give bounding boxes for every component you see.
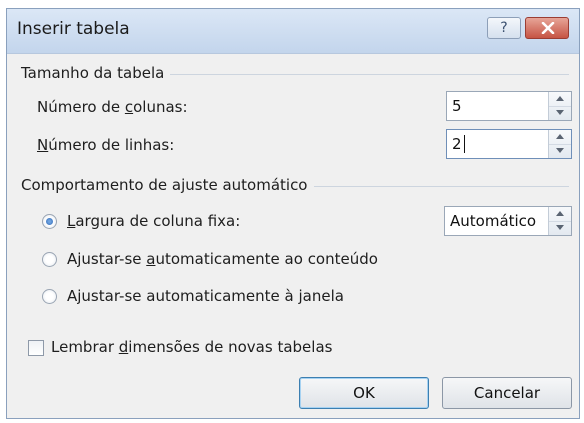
- fixed-width-spinner[interactable]: Automático: [444, 206, 572, 236]
- rows-label-accel: N: [37, 136, 49, 154]
- remember-dimensions-label[interactable]: Lembrar dimensões de novas tabelas: [51, 338, 332, 356]
- columns-spinner[interactable]: 5: [446, 91, 572, 121]
- autofit-window-text: Ajustar-se automaticamente à: [67, 287, 299, 305]
- dialog-title: Inserir tabela: [17, 19, 130, 39]
- autofit-window-radio[interactable]: [42, 289, 57, 304]
- text-cursor: [464, 135, 465, 153]
- columns-label-text-end: olunas:: [133, 98, 188, 116]
- fixed-width-increment-button[interactable]: [549, 207, 571, 222]
- columns-label: Número de colunas:: [37, 98, 188, 116]
- autofit-contents-radio[interactable]: [42, 252, 57, 267]
- ok-button[interactable]: OK: [299, 377, 429, 409]
- close-icon: [541, 22, 555, 34]
- remember-accel: d: [118, 338, 129, 356]
- rows-spinner-arrows: [548, 130, 571, 158]
- help-icon: ?: [500, 20, 508, 36]
- help-button[interactable]: ?: [487, 17, 521, 39]
- columns-label-accel: c: [124, 98, 134, 116]
- remember-text: Lembrar: [51, 338, 119, 356]
- autofit-contents-text: Ajustar-se: [67, 250, 147, 268]
- columns-value[interactable]: 5: [452, 97, 462, 115]
- autofit-contents-label[interactable]: Ajustar-se automaticamente ao conteúdo: [67, 250, 378, 268]
- fixed-width-label[interactable]: Largura de coluna fixa:: [67, 212, 240, 230]
- columns-spinner-arrows: [548, 92, 571, 120]
- arrow-down-icon: [556, 110, 564, 115]
- remember-text-end: imensões de novas tabelas: [128, 338, 333, 356]
- fixed-width-value[interactable]: Automático: [450, 212, 536, 230]
- autofit-group-label: Comportamento de ajuste automático: [21, 176, 314, 194]
- columns-decrement-button[interactable]: [549, 106, 571, 120]
- table-size-group-label: Tamanho da tabela: [21, 64, 171, 82]
- rows-label: Número de linhas:: [37, 136, 174, 154]
- arrow-down-icon: [556, 225, 564, 230]
- fixed-width-text: argura de coluna fixa:: [75, 212, 241, 230]
- autofit-window-label[interactable]: Ajustar-se automaticamente à janela: [67, 287, 344, 305]
- title-bar: Inserir tabela ?: [7, 9, 579, 54]
- rows-spinner[interactable]: 2: [446, 129, 572, 159]
- columns-increment-button[interactable]: [549, 92, 571, 107]
- autofit-contents-text-end: utomaticamente ao conteúdo: [155, 250, 378, 268]
- arrow-up-icon: [556, 134, 564, 139]
- insert-table-dialog: Inserir tabela ? Tamanho da tabela Númer…: [6, 8, 580, 419]
- close-button[interactable]: [525, 17, 569, 39]
- rows-value[interactable]: 2: [452, 135, 462, 153]
- arrow-up-icon: [556, 211, 564, 216]
- fixed-width-decrement-button[interactable]: [549, 221, 571, 235]
- arrow-down-icon: [556, 148, 564, 153]
- cancel-button[interactable]: Cancelar: [442, 377, 572, 409]
- columns-label-text: Número de: [37, 98, 125, 116]
- rows-increment-button[interactable]: [549, 130, 571, 145]
- arrow-up-icon: [556, 96, 564, 101]
- remember-dimensions-checkbox[interactable]: [28, 340, 44, 356]
- autofit-window-text-end: anela: [302, 287, 344, 305]
- fixed-width-spinner-arrows: [548, 207, 571, 235]
- rows-label-text: úmero de linhas:: [48, 136, 175, 154]
- fixed-width-radio[interactable]: [42, 214, 57, 229]
- rows-decrement-button[interactable]: [549, 144, 571, 158]
